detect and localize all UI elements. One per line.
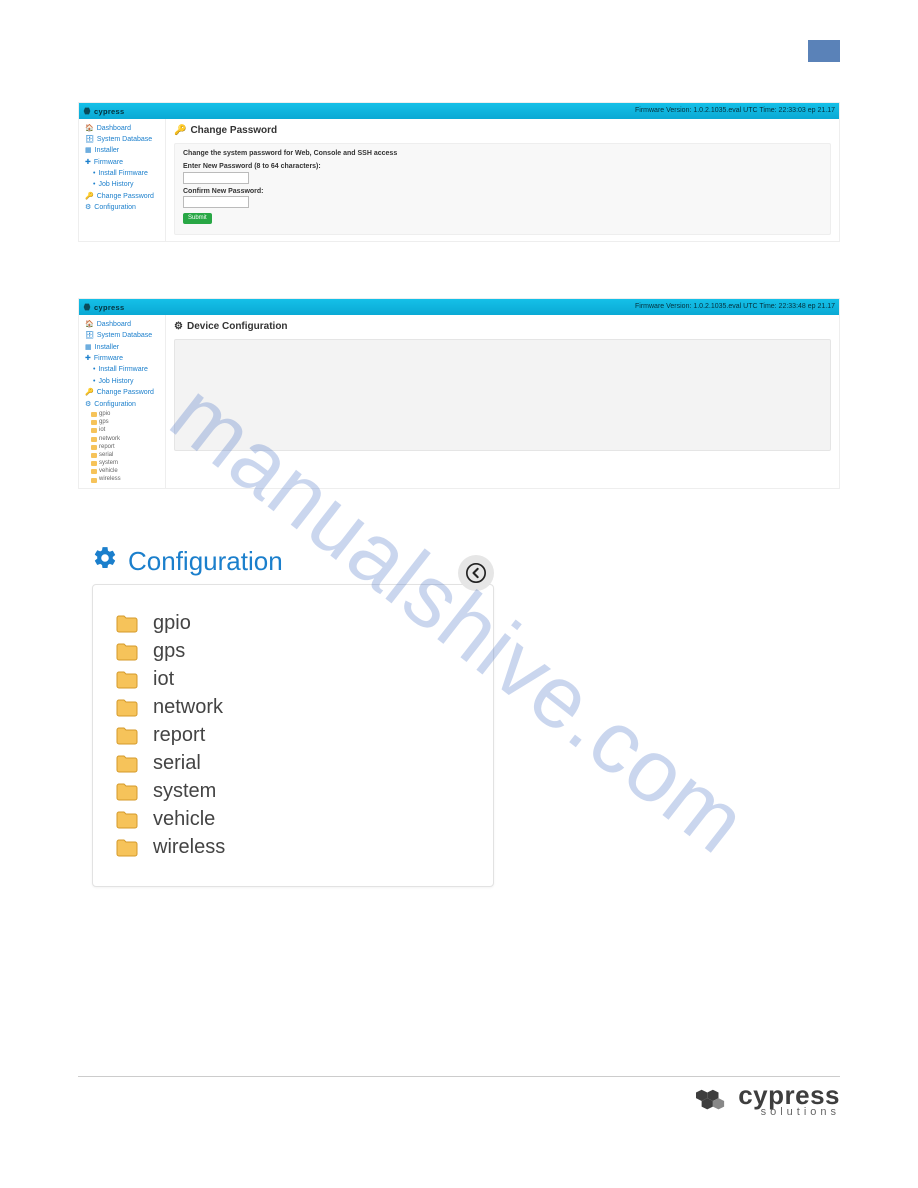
folder-icon [115,698,139,718]
brand-text: cypress [94,107,124,116]
folder-icon [91,412,97,417]
folder-item-wireless[interactable]: wireless [115,836,471,859]
page-title: 🔑 Change Password [174,125,831,137]
sidebar-item-change-password[interactable]: 🔑 Change Password [83,191,161,202]
folder-icon [115,838,139,858]
tree-item[interactable]: serial [91,451,161,459]
sidebar-item-firmware[interactable]: ✚ Firmware [83,157,161,168]
screenshot-change-password: cypress Firmware Version: 1.0.2.1035.eva… [78,102,840,242]
tree-item[interactable]: network [91,435,161,443]
folder-icon [115,670,139,690]
app-header: cypress Firmware Version: 1.0.2.1035.eva… [79,299,839,315]
folder-icon [91,453,97,458]
folder-icon [115,810,139,830]
tree-item[interactable]: wireless [91,476,161,484]
submit-button[interactable]: Submit [183,213,212,224]
form-hint: Change the system password for Web, Cons… [183,150,822,158]
folder-icon [115,782,139,802]
hex-cluster-icon [692,1085,730,1115]
tree-item[interactable]: system [91,460,161,468]
brand-logo: cypress [83,107,124,116]
folder-label: report [153,724,205,747]
folder-item-serial[interactable]: serial [115,752,471,775]
folder-icon [91,437,97,442]
sidebar-item-install-firmware[interactable]: • Install Firmware [83,365,161,376]
folder-label: system [153,780,216,803]
configuration-card: Configuration gpio gps iot network report ser… [78,545,478,887]
brand-logo: cypress [83,303,124,312]
gear-icon [92,545,118,578]
folder-icon [91,478,97,483]
folder-item-network[interactable]: network [115,696,471,719]
app-header: cypress Firmware Version: 1.0.2.1035.eva… [79,103,839,119]
tree-item[interactable]: report [91,443,161,451]
folder-icon [91,469,97,474]
folder-list: gpio gps iot network report serial system vehic… [92,584,494,887]
folder-icon [91,428,97,433]
footer-divider [78,1076,840,1077]
sidebar-item-configuration[interactable]: ⚙ Configuration [83,399,161,410]
folder-label: serial [153,752,201,775]
sidebar: 🏠 Dashboard 🗄 System Database ▦ Installe… [79,119,166,241]
folder-label: network [153,696,223,719]
key-icon: 🔑 [174,125,186,137]
folder-item-gpio[interactable]: gpio [115,612,471,635]
password-form: Change the system password for Web, Cons… [174,143,831,235]
label-confirm-password: Confirm New Password: [183,188,822,196]
confirm-password-input[interactable] [183,196,249,208]
tree-item[interactable]: vehicle [91,468,161,476]
sidebar-item-install-firmware[interactable]: • Install Firmware [83,169,161,180]
folder-icon [115,726,139,746]
folder-icon [115,614,139,634]
screenshot-device-configuration: cypress Firmware Version: 1.0.2.1035.eva… [78,298,840,489]
sidebar-item-dashboard[interactable]: 🏠 Dashboard [83,123,161,134]
folder-item-iot[interactable]: iot [115,668,471,691]
firmware-version-text: Firmware Version: 1.0.2.1035.eval UTC Ti… [635,107,835,115]
sidebar: 🏠 Dashboard 🗄 System Database ▦ Installe… [79,315,166,488]
label-new-password: Enter New Password (8 to 64 characters): [183,163,822,171]
folder-icon [115,754,139,774]
folder-label: vehicle [153,808,215,831]
sidebar-item-dashboard[interactable]: 🏠 Dashboard [83,319,161,330]
new-password-input[interactable] [183,172,249,184]
folder-icon [91,461,97,466]
folder-item-vehicle[interactable]: vehicle [115,808,471,831]
arrow-left-icon [466,563,486,583]
config-tree: gpio gps iot network report serial syste… [83,410,161,484]
sidebar-item-job-history[interactable]: • Job History [83,376,161,387]
empty-config-panel [174,339,831,451]
back-button[interactable] [458,555,494,591]
sidebar-item-configuration[interactable]: ⚙ Configuration [83,203,161,214]
sidebar-item-firmware[interactable]: ✚ Firmware [83,354,161,365]
hex-icon [83,303,91,311]
brand-text: cypress [94,303,124,312]
gear-icon: ⚙ [174,321,183,333]
folder-label: iot [153,668,174,691]
tree-item[interactable]: gps [91,419,161,427]
sidebar-item-change-password[interactable]: 🔑 Change Password [83,388,161,399]
firmware-version-text: Firmware Version: 1.0.2.1035.eval UTC Ti… [635,303,835,311]
tree-item[interactable]: gpio [91,410,161,418]
footer-brand: cypress [738,1082,840,1108]
folder-label: gpio [153,612,191,635]
folder-item-report[interactable]: report [115,724,471,747]
sidebar-item-system-database[interactable]: 🗄 System Database [83,331,161,342]
page-corner-tab [808,40,840,62]
folder-icon [115,642,139,662]
folder-item-system[interactable]: system [115,780,471,803]
hex-icon [83,107,91,115]
sidebar-item-installer[interactable]: ▦ Installer [83,146,161,157]
folder-icon [91,445,97,450]
sidebar-item-installer[interactable]: ▦ Installer [83,342,161,353]
config-card-title: Configuration [92,545,478,578]
folder-icon [91,420,97,425]
page-title: ⚙ Device Configuration [174,321,831,333]
tree-item[interactable]: iot [91,427,161,435]
footer-logo: cypress solutions [692,1082,840,1118]
sidebar-item-job-history[interactable]: • Job History [83,180,161,191]
folder-label: wireless [153,836,225,859]
folder-item-gps[interactable]: gps [115,640,471,663]
folder-label: gps [153,640,185,663]
sidebar-item-system-database[interactable]: 🗄 System Database [83,134,161,145]
